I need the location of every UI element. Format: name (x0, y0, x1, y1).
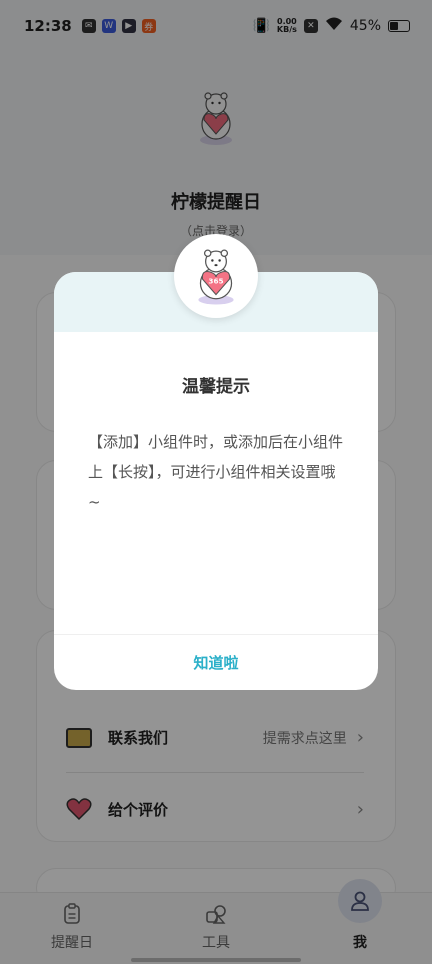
dialog-avatar: 365 (174, 234, 258, 318)
dialog-message: 【添加】小组件时，或添加后在小组件上【长按】，可进行小组件相关设置哦~ (88, 433, 344, 511)
dialog-title: 温馨提示 (182, 377, 250, 397)
dialog-footer: 知道啦 (54, 634, 378, 690)
bear-mascot-icon: 365 (198, 249, 234, 305)
tip-dialog: 温馨提示 【添加】小组件时，或添加后在小组件上【长按】，可进行小组件相关设置哦~… (54, 272, 378, 690)
confirm-button[interactable]: 知道啦 (193, 652, 238, 673)
mascot-badge: 365 (208, 276, 223, 285)
